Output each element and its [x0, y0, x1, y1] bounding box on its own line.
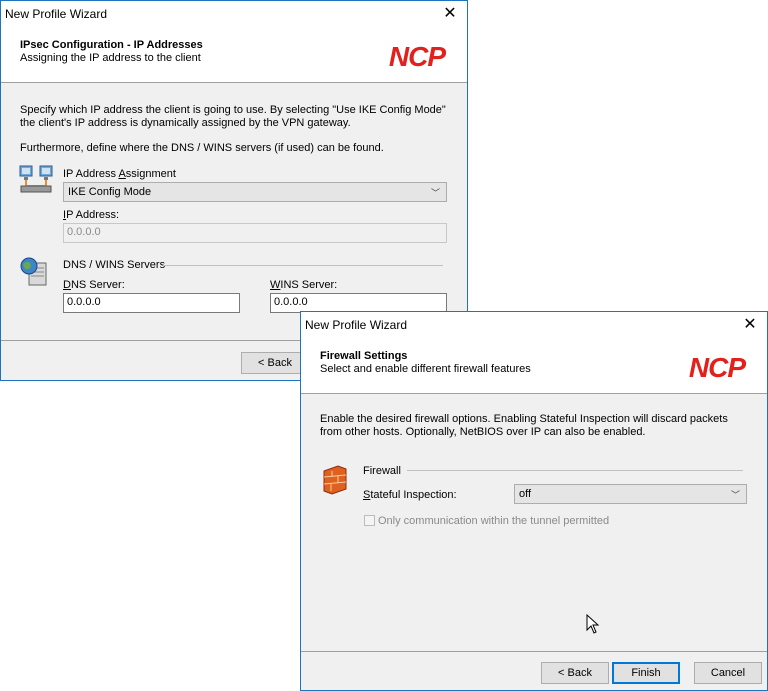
- dns-wins-group-label: DNS / WINS Servers: [63, 259, 166, 271]
- back-button[interactable]: < Back: [541, 662, 609, 684]
- header-title: Firewall Settings: [320, 350, 408, 362]
- tunnel-only-label: Only communication within the tunnel per…: [378, 515, 610, 527]
- wizard-header: IPsec Configuration - IP Addresses Assig…: [1, 27, 467, 83]
- mouse-cursor-icon: [586, 614, 600, 634]
- dns-wins-separator: [163, 265, 443, 266]
- window-title: New Profile Wizard: [305, 318, 408, 332]
- intro-text-line2: the client's IP address is dynamically a…: [20, 117, 351, 129]
- intro-text-line3: Furthermore, define where the DNS / WINS…: [20, 142, 384, 154]
- header-subtitle: Assigning the IP address to the client: [20, 52, 201, 64]
- ip-address-field[interactable]: 0.0.0.0: [63, 223, 447, 243]
- intro-text-line1: Specify which IP address the client is g…: [20, 104, 446, 116]
- title-bar: New Profile Wizard ✕: [301, 312, 767, 338]
- intro-text-line1: Enable the desired firewall options. Ena…: [320, 413, 728, 425]
- ip-address-label: IP Address:: [63, 209, 120, 221]
- ncp-logo: NCP: [388, 41, 446, 72]
- stateful-inspection-select[interactable]: off ﹀: [514, 484, 747, 504]
- header-title: IPsec Configuration - IP Addresses: [20, 39, 203, 51]
- server-globe-icon: [20, 257, 47, 286]
- firewall-separator: [407, 470, 743, 471]
- intro-text-line2: from other hosts. Optionally, NetBIOS ov…: [320, 426, 646, 438]
- dns-server-label: DNS Server:: [63, 279, 125, 291]
- tunnel-only-checkbox[interactable]: [364, 515, 375, 526]
- header-subtitle: Select and enable different firewall fea…: [320, 363, 531, 375]
- dns-server-input[interactable]: 0.0.0.0: [63, 293, 240, 313]
- firewall-brick-icon: [323, 465, 347, 495]
- stateful-inspection-value: off: [519, 488, 532, 500]
- firewall-wizard-dialog: New Profile Wizard ✕ Firewall Settings S…: [300, 311, 768, 691]
- stateful-inspection-label: Stateful Inspection:: [363, 489, 457, 501]
- finish-button[interactable]: Finish: [612, 662, 680, 684]
- wins-server-label: WINS Server:: [270, 279, 338, 291]
- network-computers-icon: [19, 165, 53, 193]
- close-button[interactable]: ✕: [433, 1, 467, 27]
- ip-assignment-label: IP Address Assignment: [63, 168, 176, 180]
- close-button[interactable]: ✕: [733, 312, 767, 338]
- ip-assignment-value: IKE Config Mode: [68, 186, 152, 198]
- firewall-group-label: Firewall: [363, 465, 401, 477]
- footer-separator: [301, 651, 767, 652]
- window-title: New Profile Wizard: [5, 7, 108, 21]
- back-button[interactable]: < Back: [241, 352, 309, 374]
- chevron-down-icon: ﹀: [730, 490, 740, 500]
- title-bar: New Profile Wizard ✕: [1, 1, 467, 27]
- chevron-down-icon: ﹀: [430, 188, 440, 198]
- cancel-button[interactable]: Cancel: [694, 662, 762, 684]
- wizard-header: Firewall Settings Select and enable diff…: [301, 338, 767, 394]
- ip-assignment-select[interactable]: IKE Config Mode ﹀: [63, 182, 447, 202]
- ncp-logo: NCP: [688, 352, 746, 383]
- wins-server-input[interactable]: 0.0.0.0: [270, 293, 447, 313]
